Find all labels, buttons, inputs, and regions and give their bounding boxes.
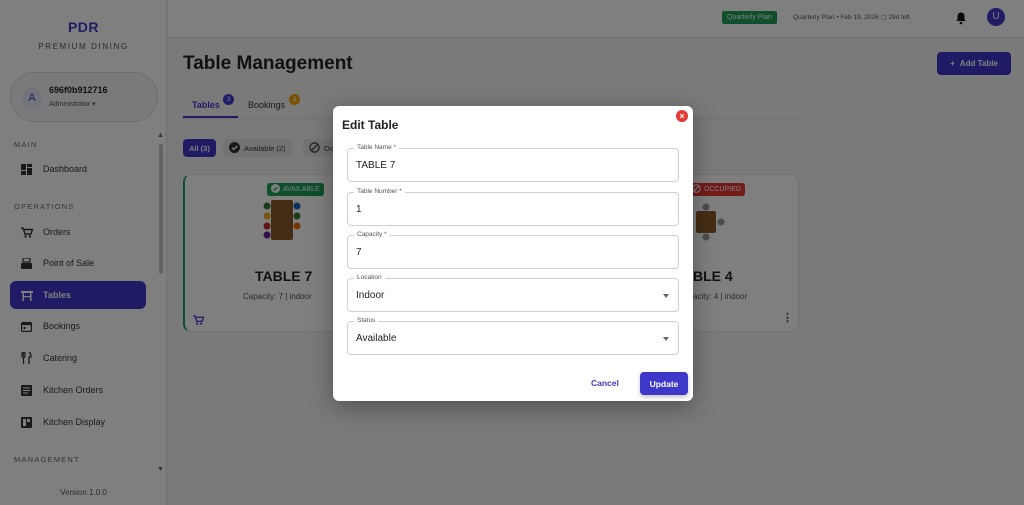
edit-table-dialog: Edit Table × Table Name * TABLE 7 Table … (333, 106, 693, 401)
field-value: 7 (356, 247, 362, 258)
table-number-field[interactable]: Table Number * 1 (347, 188, 679, 226)
field-label: Capacity * (354, 231, 390, 238)
status-select[interactable]: Status Available (347, 317, 679, 355)
chevron-down-icon[interactable] (663, 294, 669, 298)
update-button[interactable]: Update (640, 372, 688, 395)
field-value: 1 (356, 204, 362, 215)
location-select[interactable]: Location Indoor (347, 274, 679, 312)
cancel-button[interactable]: Cancel (591, 378, 619, 388)
chevron-down-icon[interactable] (663, 337, 669, 341)
field-label: Location (354, 274, 385, 281)
field-value: Available (356, 333, 397, 344)
field-label: Status (354, 317, 379, 324)
table-name-field[interactable]: Table Name * TABLE 7 (347, 144, 679, 182)
close-icon[interactable]: × (676, 110, 688, 122)
dialog-title: Edit Table (342, 118, 399, 132)
capacity-field[interactable]: Capacity * 7 (347, 231, 679, 269)
field-value: TABLE 7 (356, 160, 396, 171)
field-value: Indoor (356, 290, 385, 301)
field-label: Table Name * (354, 144, 400, 151)
field-label: Table Number * (354, 188, 405, 195)
